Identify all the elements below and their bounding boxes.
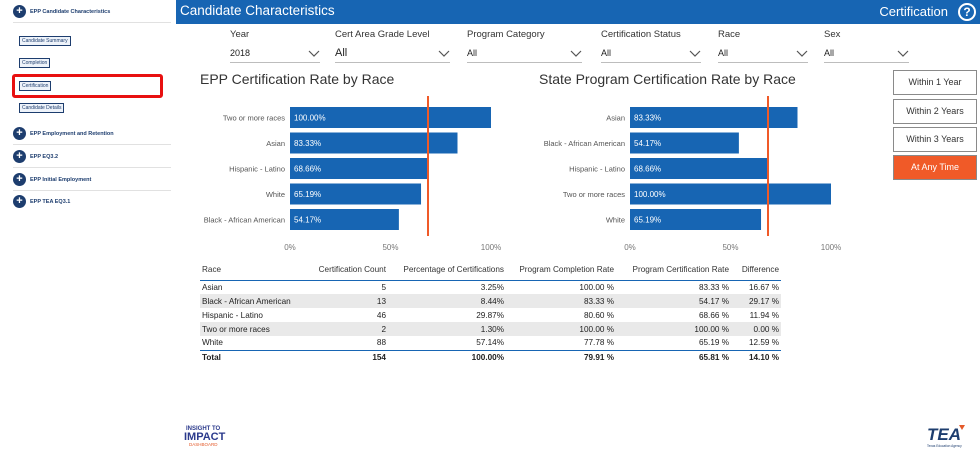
bar-data-label: 83.33% — [294, 139, 321, 148]
column-header[interactable]: Race — [200, 259, 308, 281]
column-header[interactable]: Certification Count — [308, 259, 388, 281]
x-tick-label: 0% — [624, 243, 636, 252]
bar-data-label: 65.19% — [634, 216, 661, 225]
table-cell: 65.19 % — [698, 338, 729, 348]
table-cell: 154 — [308, 349, 388, 364]
within-3-years-button[interactable]: Within 3 Years — [893, 127, 977, 152]
table-cell: 14.10 % — [731, 349, 781, 364]
table-cell: 8.44% — [388, 294, 506, 308]
charts-canvas: 100.00% Two or more races 83.33% Asian 68.66… — [204, 96, 841, 252]
table-cell: 100.00 % — [616, 322, 731, 336]
table-cell: 80.60 % — [583, 310, 614, 320]
table-cell: 0.00 % — [731, 322, 781, 336]
bar-data-label: 65.19% — [294, 190, 321, 199]
table-header-row: Race Certification Count Percentage of C… — [200, 259, 781, 281]
table-cell: Two or more races — [200, 322, 308, 336]
table-cell: 57.14% — [476, 338, 504, 348]
column-header[interactable]: Program Certification Rate — [616, 259, 731, 281]
x-tick-label: 50% — [382, 243, 398, 252]
table-cell: 88 — [376, 338, 386, 348]
table-cell: 68.66 % — [698, 310, 729, 320]
table-cell: 83.33 % — [506, 294, 616, 308]
table-cell: Black - African American — [200, 294, 308, 308]
bar-data-label: 100.00% — [294, 114, 326, 123]
table-row: Black - African American 13 8.44% 83.33 % 54… — [200, 294, 781, 308]
table-cell: 100.00% — [388, 349, 506, 364]
table-row: Asian 5 3.25% 100.00 % 83.33 % 16.67 % — [200, 280, 781, 294]
x-tick-label: 0% — [284, 243, 296, 252]
table-row: Hispanic - Latino 46 29.87% 80.60 % 68.66 % 1… — [200, 308, 781, 322]
within-1-year-button[interactable]: Within 1 Year — [893, 70, 977, 95]
bar-data-label: 54.17% — [294, 216, 321, 225]
table-cell: 16.67 % — [748, 282, 779, 292]
x-tick-label: 50% — [722, 243, 738, 252]
category-label: Black - African American — [544, 139, 625, 148]
table-cell: 79.91 % — [506, 349, 616, 364]
column-header[interactable]: Program Completion Rate — [506, 259, 616, 281]
category-label: White — [606, 216, 625, 225]
table-cell: 65.81 % — [616, 349, 731, 364]
column-header[interactable]: Percentage of Certifications — [388, 259, 506, 281]
table-cell: 54.17 % — [616, 294, 731, 308]
bar-data-label: 54.17% — [634, 139, 661, 148]
table-cell: Total — [200, 349, 308, 364]
bar-data-label: 68.66% — [294, 165, 321, 174]
table-cell: 5 — [381, 282, 386, 292]
bar-data-label: 100.00% — [634, 190, 666, 199]
category-label: Asian — [606, 114, 625, 123]
table-cell: 83.33 % — [698, 282, 729, 292]
table-cell: 13 — [308, 294, 388, 308]
category-label: Hispanic - Latino — [569, 165, 625, 174]
bar-data-label: 68.66% — [634, 165, 661, 174]
at-any-time-button[interactable]: At Any Time — [893, 155, 977, 180]
help-icon[interactable]: ? — [958, 3, 976, 21]
table-cell: 29.87% — [476, 310, 504, 320]
insight-to-impact-logo: INSIGHT TO IMPACT DASHBOARD — [184, 423, 234, 452]
table-cell: 1.30% — [388, 322, 506, 336]
table-cell: 46 — [376, 310, 386, 320]
category-label: Two or more races — [223, 114, 285, 123]
tea-logo: TEA Texas Education Agency — [925, 423, 975, 454]
table-cell: 100.00 % — [579, 282, 614, 292]
table-cell: 100.00 % — [506, 322, 616, 336]
column-header[interactable]: Difference — [731, 259, 781, 281]
table-row: White 88 57.14% 77.78 % 65.19 % 12.59 % — [200, 336, 781, 350]
category-label: White — [266, 190, 285, 199]
logo-text: TEA — [927, 425, 961, 444]
table-row: Two or more races 2 1.30% 100.00 % 100.00 % 0… — [200, 322, 781, 336]
table-cell: 77.78 % — [583, 338, 614, 348]
table-cell: 3.25% — [480, 282, 504, 292]
table-cell: 2 — [308, 322, 388, 336]
logo-text: DASHBOARD — [189, 442, 218, 447]
category-label: Hispanic - Latino — [229, 165, 285, 174]
bar-data-label: 83.33% — [634, 114, 661, 123]
within-2-years-button[interactable]: Within 2 Years — [893, 99, 977, 124]
category-label: Asian — [266, 139, 285, 148]
logo-text: Texas Education Agency — [927, 444, 962, 448]
category-label: Black - African American — [204, 216, 285, 225]
table-cell: White — [202, 338, 223, 348]
table-cell: 29.17 % — [731, 294, 781, 308]
x-tick-label: 100% — [821, 243, 841, 252]
table-cell: 11.94 % — [749, 310, 779, 320]
category-label: Two or more races — [563, 190, 625, 199]
table-cell: Asian — [202, 282, 223, 292]
table-total-row: Total 154 100.00% 79.91 % 65.81 % 14.10 … — [200, 349, 781, 364]
certification-table: Race Certification Count Percentage of C… — [200, 259, 781, 364]
table-cell: Hispanic - Latino — [202, 310, 263, 320]
x-tick-label: 100% — [481, 243, 501, 252]
table-body: Asian 5 3.25% 100.00 % 83.33 % 16.67 % Black -… — [200, 280, 781, 350]
table-cell: 12.59 % — [748, 338, 779, 348]
